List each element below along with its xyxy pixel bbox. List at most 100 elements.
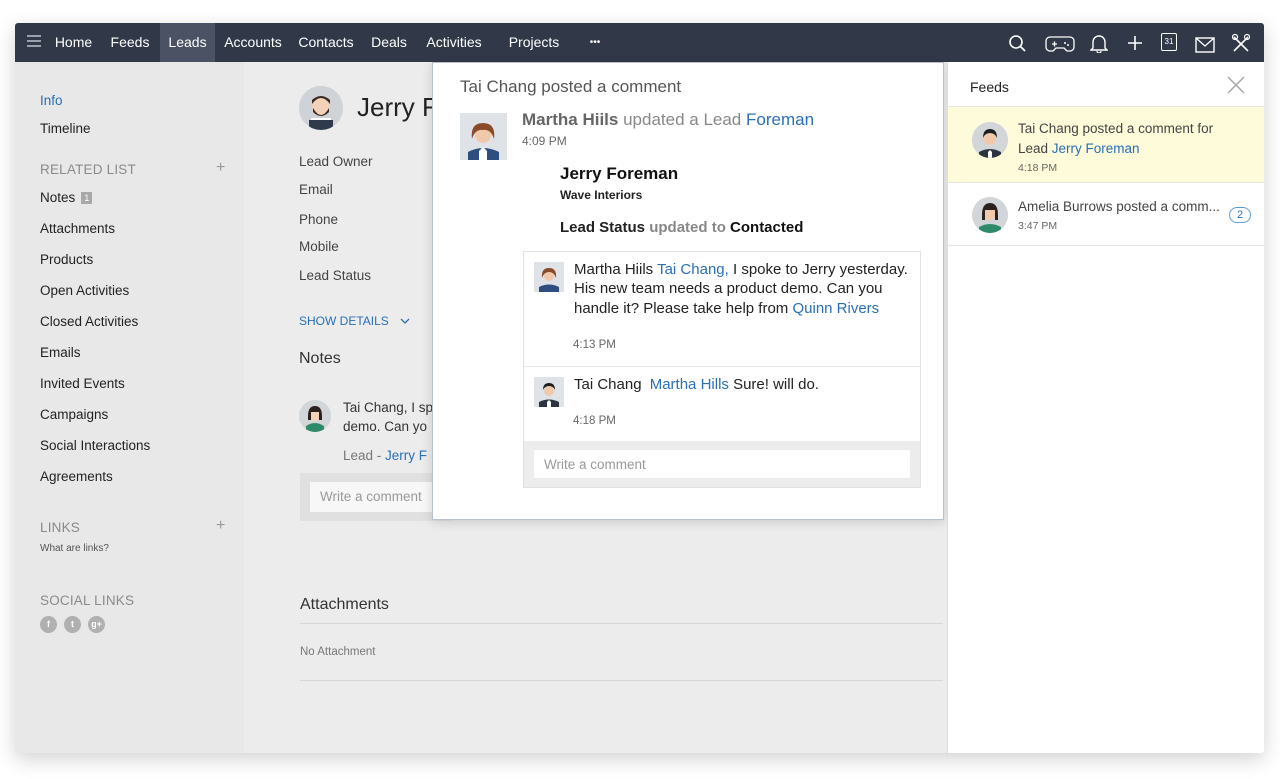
nav-deals[interactable]: Deals bbox=[365, 23, 413, 62]
note-lead-link[interactable]: Jerry F bbox=[385, 448, 427, 463]
feed-author-avatar bbox=[972, 122, 1008, 158]
add-link-icon[interactable]: + bbox=[216, 517, 225, 535]
actor-avatar bbox=[460, 113, 507, 160]
nav-more[interactable]: ••• bbox=[581, 23, 609, 62]
related-list-heading: RELATED LIST bbox=[40, 162, 136, 177]
comment-1-mention[interactable]: Tai Chang, bbox=[657, 261, 729, 278]
add-related-list-icon[interactable]: + bbox=[216, 159, 225, 177]
sidebar-item-notes[interactable]: Notes 1 bbox=[40, 190, 93, 205]
status-update-line: Lead Status updated to Contacted bbox=[560, 219, 803, 236]
popup-company: Wave Interiors bbox=[560, 188, 643, 202]
status-verb: updated to bbox=[649, 219, 726, 236]
plus-icon[interactable] bbox=[1127, 33, 1143, 53]
sidebar-item-emails[interactable]: Emails bbox=[40, 345, 81, 360]
twitter-icon[interactable]: t bbox=[64, 616, 81, 633]
what-are-links-link[interactable]: What are links? bbox=[40, 543, 109, 554]
lead-link[interactable]: Foreman bbox=[746, 110, 814, 129]
comment-author-avatar bbox=[534, 377, 564, 407]
note-comment-input[interactable]: Write a comment bbox=[310, 482, 440, 512]
calendar-icon[interactable]: 31 bbox=[1161, 33, 1177, 51]
links-heading: LINKS bbox=[40, 520, 81, 535]
actor-name[interactable]: Martha Hiils bbox=[522, 110, 618, 129]
status-label: Lead Status bbox=[560, 219, 646, 236]
sidebar-item-agreements[interactable]: Agreements bbox=[40, 469, 113, 484]
status-value: Contacted bbox=[730, 219, 804, 236]
comment-2-time: 4:18 PM bbox=[573, 415, 616, 427]
sidebar-item-campaigns[interactable]: Campaigns bbox=[40, 407, 108, 422]
feed-1-lead-line: Lead Jerry Foreman bbox=[1018, 141, 1140, 156]
feed-1-prefix: Lead bbox=[1018, 141, 1052, 156]
attachments-bottom-divider bbox=[300, 680, 943, 681]
popup-comment-input[interactable]: Write a comment bbox=[534, 450, 910, 478]
nav-home[interactable]: Home bbox=[47, 23, 100, 62]
sidebar-item-info[interactable]: Info bbox=[40, 93, 63, 108]
feed-item[interactable]: Amelia Burrows posted a comm... 3:47 PM … bbox=[948, 183, 1264, 246]
note-lead-ref: Lead - Jerry F bbox=[343, 448, 427, 463]
sidebar-item-timeline[interactable]: Timeline bbox=[40, 121, 91, 136]
close-icon[interactable] bbox=[1227, 76, 1245, 94]
comment-2-mention[interactable]: Martha Hills bbox=[650, 376, 729, 393]
nav-activities[interactable]: Activities bbox=[419, 23, 489, 62]
feed-1-link[interactable]: Jerry Foreman bbox=[1052, 141, 1140, 156]
chevron-down-icon bbox=[400, 318, 410, 324]
attachments-heading: Attachments bbox=[300, 596, 389, 613]
show-details-toggle[interactable]: SHOW DETAILS bbox=[299, 314, 410, 328]
nav-accounts[interactable]: Accounts bbox=[218, 23, 288, 62]
google-plus-icon[interactable]: g+ bbox=[88, 616, 105, 633]
nav-projects[interactable]: Projects bbox=[503, 23, 565, 62]
comment-1-text2: His new team needs a product demo. Can y… bbox=[574, 280, 883, 297]
nav-feeds[interactable]: Feeds bbox=[103, 23, 157, 62]
feed-2-text: Amelia Burrows posted a comm... bbox=[1018, 199, 1220, 214]
lead-name-heading: Jerry F bbox=[357, 92, 438, 122]
app-window: Home Feeds Leads Accounts Contacts Deals… bbox=[15, 23, 1264, 753]
comment-1-line1: Martha Hiils Tai Chang, I spoke to Jerry… bbox=[574, 261, 908, 278]
notes-count-badge: 1 bbox=[81, 192, 93, 204]
activity-time: 4:09 PM bbox=[522, 134, 567, 148]
field-email: Email bbox=[299, 182, 333, 197]
comment-1-mention2[interactable]: Quinn Rivers bbox=[792, 300, 879, 317]
social-links-heading: SOCIAL LINKS bbox=[40, 593, 135, 608]
feed-1-text: Tai Chang posted a comment for bbox=[1018, 121, 1214, 136]
nav-contacts[interactable]: Contacts bbox=[293, 23, 359, 62]
feed-item[interactable]: Tai Chang posted a comment for Lead Jerr… bbox=[948, 106, 1264, 183]
comment-1-text1: I spoke to Jerry yesterday. bbox=[728, 261, 908, 278]
feeds-title: Feeds bbox=[970, 79, 1009, 95]
comment-1-time: 4:13 PM bbox=[573, 339, 616, 351]
nav-leads[interactable]: Leads bbox=[160, 23, 215, 62]
popup-title: Tai Chang posted a comment bbox=[460, 77, 682, 96]
top-nav-bar: Home Feeds Leads Accounts Contacts Deals… bbox=[15, 23, 1264, 62]
attachments-divider bbox=[300, 623, 943, 624]
note-lead-prefix: Lead - bbox=[343, 448, 386, 463]
sidebar-item-social-interactions[interactable]: Social Interactions bbox=[40, 438, 150, 453]
hamburger-menu-icon[interactable] bbox=[27, 35, 41, 49]
facebook-icon[interactable]: f bbox=[40, 616, 57, 633]
lead-avatar bbox=[299, 86, 343, 130]
comment-divider bbox=[524, 366, 920, 367]
no-attachment-text: No Attachment bbox=[300, 646, 376, 658]
sidebar-item-products[interactable]: Products bbox=[40, 252, 93, 267]
sidebar-item-open-activities[interactable]: Open Activities bbox=[40, 283, 129, 298]
feed-2-time: 3:47 PM bbox=[1018, 220, 1058, 232]
search-icon[interactable] bbox=[1008, 33, 1028, 53]
sidebar-item-label: Notes bbox=[40, 190, 76, 205]
notes-heading: Notes bbox=[299, 350, 341, 367]
feed-author-avatar bbox=[972, 197, 1008, 233]
mail-icon[interactable] bbox=[1195, 35, 1215, 55]
gamepad-icon[interactable] bbox=[1045, 34, 1075, 54]
comment-1-text3: handle it? Please take help from bbox=[574, 300, 789, 317]
sidebar-item-invited-events[interactable]: Invited Events bbox=[40, 376, 125, 391]
comment-author-avatar bbox=[534, 262, 564, 292]
show-details-label: SHOW DETAILS bbox=[299, 314, 389, 328]
comment-2-author[interactable]: Tai Chang bbox=[574, 376, 642, 393]
comment-1-author[interactable]: Martha Hiils bbox=[574, 261, 653, 278]
field-lead-owner: Lead Owner bbox=[299, 154, 373, 169]
feeds-panel: Feeds Tai Chang posted a comment for Lea… bbox=[947, 62, 1264, 753]
comment-2-text: Sure! will do. bbox=[733, 376, 819, 393]
sidebar-item-closed-activities[interactable]: Closed Activities bbox=[40, 314, 138, 329]
sidebar-item-attachments[interactable]: Attachments bbox=[40, 221, 115, 236]
tools-icon[interactable] bbox=[1232, 33, 1250, 53]
activity-header: Martha Hiils updated a Lead Foreman bbox=[522, 110, 814, 130]
popup-comment-box: Write a comment bbox=[524, 441, 920, 487]
bell-icon[interactable] bbox=[1090, 33, 1108, 53]
field-mobile: Mobile bbox=[299, 239, 339, 254]
